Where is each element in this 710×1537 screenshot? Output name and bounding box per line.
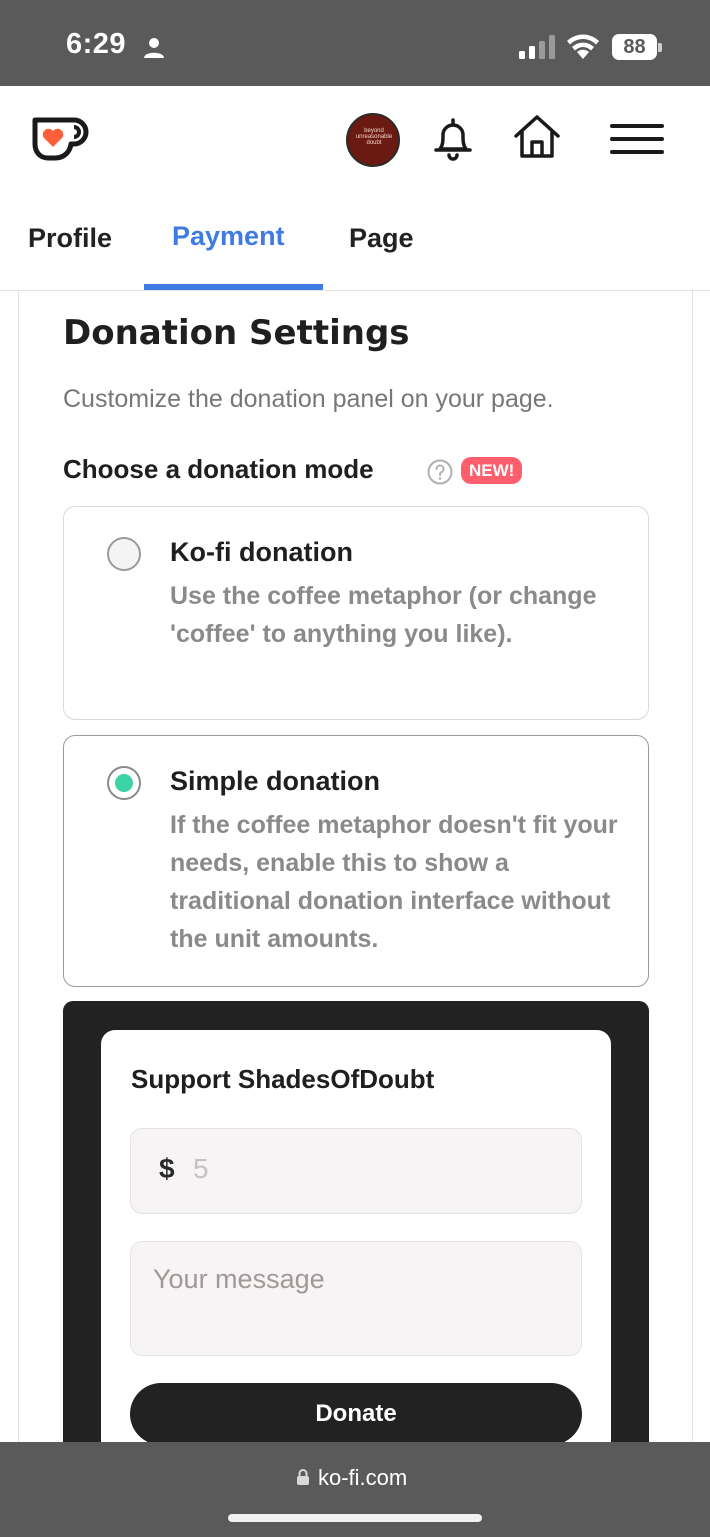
battery-level: 88 — [623, 36, 646, 58]
help-icon[interactable] — [427, 459, 453, 485]
active-tab-indicator — [144, 284, 323, 290]
amount-input[interactable]: $ 5 — [130, 1128, 582, 1214]
kofi-donation-radio[interactable] — [107, 537, 141, 571]
lock-icon — [297, 1469, 309, 1485]
message-placeholder: Your message — [153, 1264, 325, 1294]
tab-bar: Profile Payment Page — [0, 190, 710, 291]
simple-donation-radio[interactable] — [107, 766, 141, 800]
currency-symbol: $ — [159, 1153, 175, 1184]
page-title: Donation Settings — [63, 313, 410, 353]
amount-placeholder: 5 — [193, 1153, 209, 1184]
kofi-cup-icon[interactable] — [30, 114, 90, 162]
avatar-text: beyond unreasonable doubt — [355, 128, 393, 146]
new-badge: NEW! — [461, 457, 523, 484]
option-title: Simple donation — [170, 766, 381, 796]
hamburger-menu-icon[interactable] — [610, 124, 664, 156]
kofi-donation-option[interactable]: Ko-fi donation Use the coffee metaphor (… — [63, 506, 649, 720]
avatar[interactable]: beyond unreasonable doubt — [346, 113, 400, 167]
cellular-signal-icon — [519, 35, 555, 59]
browser-address-bar[interactable]: ko-fi.com — [0, 1442, 710, 1537]
donate-button[interactable]: Donate — [130, 1383, 582, 1445]
bell-icon[interactable] — [432, 116, 474, 162]
radio-selected-dot — [115, 774, 133, 792]
status-bar: 6:29 88 — [0, 0, 710, 86]
option-description: If the coffee metaphor doesn't fit your … — [170, 811, 618, 953]
tab-profile[interactable]: Profile — [28, 223, 112, 254]
home-icon[interactable] — [512, 114, 562, 160]
tab-payment[interactable]: Payment — [172, 221, 285, 252]
option-description: Use the coffee metaphor (or change 'coff… — [170, 582, 597, 648]
app-header: beyond unreasonable doubt — [0, 86, 710, 190]
wifi-icon — [567, 34, 599, 59]
battery-indicator: 88 — [612, 34, 662, 60]
tab-page[interactable]: Page — [349, 223, 414, 254]
donation-mode-label: Choose a donation mode — [63, 454, 374, 484]
simple-donation-option[interactable]: Simple donation If the coffee metaphor d… — [63, 735, 649, 987]
url-text: ko-fi.com — [318, 1465, 408, 1490]
donation-preview: Support ShadesOfDoubt $ 5 Your message D… — [63, 1001, 649, 1510]
status-time: 6:29 — [66, 28, 127, 60]
message-input[interactable]: Your message — [130, 1241, 582, 1356]
support-title: Support ShadesOfDoubt — [131, 1064, 435, 1094]
page-subtitle: Customize the donation panel on your pag… — [63, 385, 554, 413]
person-icon — [144, 38, 164, 58]
option-title: Ko-fi donation — [170, 537, 353, 567]
donation-panel: Support ShadesOfDoubt $ 5 Your message D… — [101, 1030, 611, 1510]
home-indicator[interactable] — [228, 1514, 482, 1522]
donation-settings-card: Donation Settings Customize the donation… — [18, 291, 693, 1510]
